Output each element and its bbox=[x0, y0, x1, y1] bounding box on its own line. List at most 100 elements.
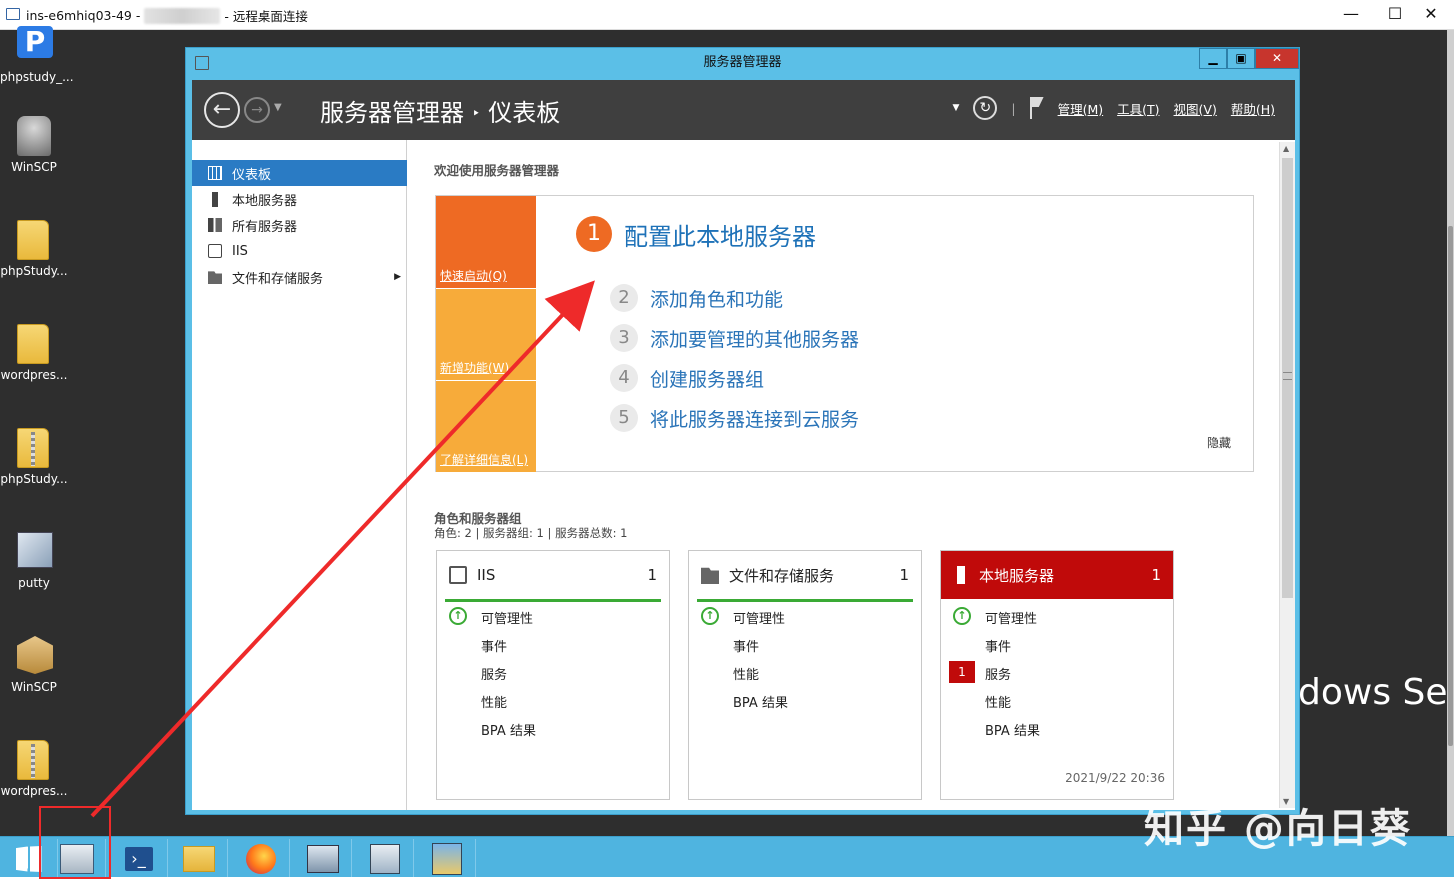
card-row[interactable]: 服务 bbox=[985, 664, 1011, 683]
archiver-icon bbox=[431, 843, 462, 875]
card-row[interactable]: 可管理性 bbox=[733, 608, 785, 627]
desktop-icon-phpstudy-folder[interactable]: phpStudy... bbox=[0, 220, 68, 278]
desktop-icon-putty[interactable]: putty bbox=[0, 532, 68, 590]
sidebar: 仪表板 本地服务器 所有服务器 IIS 文件和存储服务 ▶ bbox=[192, 140, 407, 810]
scroll-grip-icon bbox=[1283, 372, 1292, 380]
desktop-icon-phpstudy[interactable]: P phpstudy_... bbox=[0, 26, 74, 85]
step-connect-cloud[interactable]: 5 将此服务器连接到云服务 bbox=[610, 404, 859, 432]
tile-learn-more[interactable]: 了解详细信息(L) bbox=[436, 381, 536, 472]
sidebar-item-local-server[interactable]: 本地服务器 bbox=[192, 186, 407, 212]
desktop-icon-winscp-installer[interactable]: WinSCP bbox=[0, 636, 68, 694]
rdp-title-bar: ins-e6mhiq03-49 - - 远程桌面连接 — ☐ ✕ bbox=[0, 0, 1454, 30]
expand-arrow-icon[interactable]: ▶ bbox=[394, 272, 401, 282]
rdp-scrollbar[interactable] bbox=[1447, 30, 1454, 836]
file-explorer-icon bbox=[182, 846, 215, 872]
taskbar-firefox[interactable] bbox=[232, 839, 290, 879]
desktop-icon-phpstudy-zip[interactable]: phpStudy... bbox=[0, 428, 68, 486]
sidebar-item-dashboard[interactable]: 仪表板 bbox=[192, 160, 407, 186]
card-header[interactable]: 文件和存储服务 1 bbox=[689, 551, 921, 599]
tile-quick-start[interactable]: 快速启动(Q) bbox=[436, 196, 536, 288]
card-row[interactable]: 性能 bbox=[733, 664, 759, 683]
breadcrumb: 服务器管理器 ‣ 仪表板 bbox=[320, 99, 561, 127]
step-add-servers[interactable]: 3 添加要管理的其他服务器 bbox=[610, 324, 859, 352]
roles-summary: 角色: 2 | 服务器组: 1 | 服务器总数: 1 bbox=[434, 526, 628, 540]
taskbar-control-panel[interactable] bbox=[356, 839, 414, 879]
refresh-icon[interactable]: ↻ bbox=[973, 96, 998, 120]
card-header[interactable]: 本地服务器 1 bbox=[941, 551, 1173, 599]
sidebar-item-file-storage[interactable]: 文件和存储服务 ▶ bbox=[192, 264, 407, 290]
server-manager-content: ← → ▼ 服务器管理器 ‣ 仪表板 ▼ ↻ | 管理(M) 工具(T) 视图(V)… bbox=[192, 80, 1295, 810]
header-bar: ← → ▼ 服务器管理器 ‣ 仪表板 ▼ ↻ | 管理(M) 工具(T) 视图(V)… bbox=[192, 80, 1295, 140]
sidebar-item-iis[interactable]: IIS bbox=[192, 238, 407, 264]
hide-link[interactable]: 隐藏 bbox=[1207, 434, 1231, 451]
taskbar-archiver[interactable] bbox=[418, 839, 476, 879]
chevron-down-icon[interactable]: ▼ bbox=[952, 103, 959, 113]
quick-start-panel: 快速启动(Q) 新增功能(W) 了解详细信息(L) 1 配置此本地服务器 2 添… bbox=[435, 195, 1254, 472]
zip-folder-icon bbox=[17, 428, 49, 468]
server-manager-icon bbox=[195, 56, 209, 70]
main-scrollbar[interactable]: ▲ ▼ bbox=[1279, 142, 1295, 808]
desktop-icon-winscp[interactable]: WinSCP bbox=[0, 116, 68, 174]
dashboard-main: 欢迎使用服务器管理器 快速启动(Q) 新增功能(W) 了解详细信息(L) 1 配… bbox=[408, 140, 1279, 810]
menu-manage[interactable]: 管理(M) bbox=[1058, 99, 1104, 118]
step-add-roles[interactable]: 2 添加角色和功能 bbox=[610, 284, 783, 312]
maximize-button[interactable]: ▣ bbox=[1227, 48, 1255, 69]
rdp-minimize-button[interactable]: — bbox=[1328, 4, 1374, 26]
role-card-local-server[interactable]: 本地服务器 1 ↑ 可管理性 事件 1 服务 性能 BPA 结果 2021/9/… bbox=[940, 550, 1174, 800]
taskbar-remote-desktop[interactable] bbox=[294, 839, 352, 879]
role-card-file-storage[interactable]: 文件和存储服务 1 ↑ 可管理性 事件 性能 BPA 结果 bbox=[688, 550, 922, 800]
history-dropdown-icon[interactable]: ▼ bbox=[274, 102, 282, 113]
step-configure-local-server[interactable]: 1 配置此本地服务器 bbox=[576, 216, 816, 252]
menu-tools[interactable]: 工具(T) bbox=[1117, 99, 1159, 118]
card-row[interactable]: BPA 结果 bbox=[985, 720, 1040, 739]
file-storage-icon bbox=[701, 567, 719, 584]
taskbar-file-explorer[interactable] bbox=[170, 839, 228, 879]
server-icon bbox=[212, 191, 218, 207]
desktop-icon-wordpress-folder[interactable]: wordpres... bbox=[0, 324, 68, 382]
status-bar bbox=[697, 599, 913, 602]
card-row[interactable]: 可管理性 bbox=[985, 608, 1037, 627]
file-storage-icon bbox=[208, 271, 222, 284]
forward-arrow-icon[interactable]: → bbox=[244, 97, 270, 123]
minimize-button[interactable]: ▁ bbox=[1199, 48, 1227, 69]
rdp-close-button[interactable]: ✕ bbox=[1408, 4, 1454, 26]
zip-folder-icon bbox=[17, 740, 49, 780]
servers-icon bbox=[208, 218, 222, 232]
server-manager-window: 服务器管理器 ▁ ▣ ✕ ← → ▼ 服务器管理器 ‣ 仪表板 ▼ ↻ | 管理(M… bbox=[185, 47, 1300, 815]
role-card-iis[interactable]: IIS 1 ↑ 可管理性 事件 服务 性能 BPA 结果 bbox=[436, 550, 670, 800]
phpstudy-icon: P bbox=[17, 26, 53, 58]
card-row[interactable]: 服务 bbox=[481, 664, 507, 683]
winscp-box-icon bbox=[17, 636, 53, 674]
dashboard-icon bbox=[208, 166, 222, 180]
card-row[interactable]: BPA 结果 bbox=[481, 720, 536, 739]
tile-whats-new[interactable]: 新增功能(W) bbox=[436, 289, 536, 380]
notification-flag-icon[interactable] bbox=[1029, 97, 1044, 119]
step-create-group[interactable]: 4 创建服务器组 bbox=[610, 364, 764, 392]
back-arrow-icon[interactable]: ← bbox=[204, 92, 240, 128]
card-row[interactable]: 事件 bbox=[733, 636, 759, 655]
card-row[interactable]: 性能 bbox=[481, 692, 507, 711]
window-controls: ▁ ▣ ✕ bbox=[1199, 48, 1299, 69]
card-row[interactable]: 可管理性 bbox=[481, 608, 533, 627]
taskbar-powershell[interactable]: ›_ bbox=[110, 839, 168, 879]
annotation-highlight-box bbox=[39, 806, 111, 879]
card-row[interactable]: 性能 bbox=[985, 692, 1011, 711]
header-actions: ▼ ↻ | 管理(M) 工具(T) 视图(V) 帮助(H) bbox=[952, 96, 1275, 120]
folder-icon bbox=[17, 220, 49, 260]
desktop-icon-wordpress-zip[interactable]: wordpres... bbox=[0, 740, 68, 798]
status-ok-icon: ↑ bbox=[701, 607, 719, 625]
status-ok-icon: ↑ bbox=[953, 607, 971, 625]
card-row[interactable]: BPA 结果 bbox=[733, 692, 788, 711]
menu-help[interactable]: 帮助(H) bbox=[1231, 99, 1275, 118]
close-button[interactable]: ✕ bbox=[1255, 48, 1299, 69]
card-row[interactable]: 事件 bbox=[985, 636, 1011, 655]
redacted-host bbox=[144, 7, 221, 24]
card-row[interactable]: 事件 bbox=[481, 636, 507, 655]
remote-desktop-icon bbox=[6, 8, 20, 20]
scroll-up-icon[interactable]: ▲ bbox=[1283, 144, 1289, 153]
menu-view[interactable]: 视图(V) bbox=[1174, 99, 1217, 118]
sidebar-item-all-servers[interactable]: 所有服务器 bbox=[192, 212, 407, 238]
status-ok-icon: ↑ bbox=[449, 607, 467, 625]
card-header[interactable]: IIS 1 bbox=[437, 551, 669, 599]
zhihu-watermark: 知乎 @向日葵 bbox=[1144, 806, 1412, 852]
